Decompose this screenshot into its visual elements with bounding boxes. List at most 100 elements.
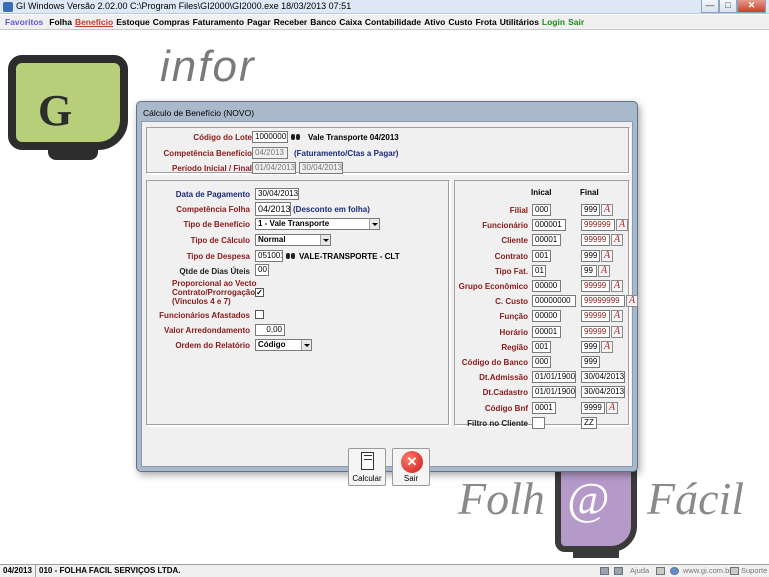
search-lote-binoculars-icon[interactable] xyxy=(290,132,302,142)
tipo-beneficio-select[interactable]: 1 - Vale Transporte xyxy=(255,218,380,230)
filter-inicial-input[interactable]: 0001 xyxy=(532,402,556,414)
afastados-checkbox[interactable] xyxy=(255,310,264,319)
filter-final-input[interactable]: 99999 xyxy=(581,280,610,292)
filter-final-input[interactable]: 99999 xyxy=(581,326,610,338)
filter-final-input[interactable]: 99999 xyxy=(581,310,610,322)
status-competencia: 04/2013 xyxy=(0,565,36,577)
menu-item-7[interactable]: Receber xyxy=(274,15,308,29)
status-site-link[interactable]: www.gi.com.br xyxy=(683,565,732,577)
close-window-button[interactable]: ✕ xyxy=(737,0,766,13)
menu-item-13[interactable]: Frota xyxy=(475,15,496,29)
filter-final-input[interactable]: 999999 xyxy=(581,219,615,231)
tipo-beneficio-label: Tipo de Benefício xyxy=(183,220,250,229)
tipo-despesa-input[interactable]: 051001 xyxy=(255,250,283,262)
font-a-icon[interactable]: A xyxy=(598,265,610,277)
filter-inicial-input[interactable]: 01 xyxy=(532,265,546,277)
font-a-icon[interactable]: A xyxy=(601,341,613,353)
menu-item-6[interactable]: Pagar xyxy=(247,15,271,29)
filter-inicial-input[interactable]: 001 xyxy=(532,250,551,262)
support-icon[interactable] xyxy=(730,567,739,575)
search-despesa-binoculars-icon[interactable] xyxy=(285,251,297,261)
font-a-icon[interactable]: A xyxy=(601,204,613,216)
filter-final-input[interactable]: 30/04/2013 xyxy=(581,386,625,398)
font-a-icon[interactable]: A xyxy=(611,280,623,292)
competencia-beneficio-input[interactable]: 04/2013 xyxy=(252,147,288,159)
chevron-down-icon[interactable] xyxy=(301,340,311,350)
calculator-icon[interactable] xyxy=(614,567,623,575)
menu-item-10[interactable]: Contabilidade xyxy=(365,15,421,29)
status-suporte-link[interactable]: Suporte xyxy=(741,565,767,577)
filter-label: Cliente xyxy=(501,236,528,245)
calculo-beneficio-dialog: Cálculo de Benefício (NOVO) Código do Lo… xyxy=(136,101,638,486)
filter-final-input[interactable]: 30/04/2013 xyxy=(581,371,625,383)
proporcional-checkbox[interactable]: ✓ xyxy=(255,288,264,297)
font-a-icon[interactable]: A xyxy=(611,234,623,246)
data-pagamento-input[interactable]: 30/04/2013 xyxy=(255,188,299,200)
filter-final-input[interactable]: 99999999 xyxy=(581,295,625,307)
filter-inicial-input[interactable]: 00001 xyxy=(532,234,561,246)
filter-final-input[interactable]: 9999 xyxy=(581,402,605,414)
filter-inicial-input[interactable]: 000 xyxy=(532,356,551,368)
menu-item-9[interactable]: Caixa xyxy=(339,15,362,29)
filter-inicial-input[interactable]: 000 xyxy=(532,204,551,216)
codigo-lote-input[interactable]: 10000001 xyxy=(252,131,288,143)
filter-final-input[interactable]: 99999 xyxy=(581,234,610,246)
filter-final-input[interactable]: 999 xyxy=(581,341,600,353)
filter-final-input[interactable]: 999 xyxy=(581,356,600,368)
menu-item-5[interactable]: Faturamento xyxy=(193,15,244,29)
filter-final-input[interactable]: 999 xyxy=(581,204,600,216)
menu-bar: Favoritos Folha Benefício Estoque Compras Fat… xyxy=(0,15,769,30)
keyboard-icon[interactable] xyxy=(600,567,609,575)
chevron-down-icon[interactable] xyxy=(320,235,330,245)
filter-final-input[interactable]: ZZ xyxy=(581,417,597,429)
menu-item-16[interactable]: Sair xyxy=(568,15,584,29)
tipo-beneficio-value: 1 - Vale Transporte xyxy=(258,219,330,228)
font-a-icon[interactable]: A xyxy=(611,310,623,322)
folha-logo-at: @ xyxy=(567,473,610,524)
filter-inicial-input[interactable]: 00000 xyxy=(532,310,561,322)
font-a-icon[interactable]: A xyxy=(616,219,628,231)
font-a-icon[interactable]: A xyxy=(626,295,638,307)
maximize-button[interactable]: □ xyxy=(719,0,737,13)
calcular-label: Calcular xyxy=(352,474,382,483)
menu-item-14[interactable]: Utilitários xyxy=(500,15,539,29)
menu-item-4[interactable]: Compras xyxy=(153,15,190,29)
sair-button[interactable]: ✕ Sair xyxy=(392,448,430,486)
menu-item-1[interactable]: Folha xyxy=(49,15,72,29)
calcular-button[interactable]: Calcular xyxy=(348,448,386,486)
folha-logo-stand xyxy=(573,550,619,558)
filter-inicial-input[interactable]: 00000000 xyxy=(532,295,576,307)
menu-item-3[interactable]: Estoque xyxy=(116,15,150,29)
arredondamento-input[interactable]: 0,00 xyxy=(255,324,285,336)
menu-item-11[interactable]: Ativo xyxy=(424,15,445,29)
menu-item-8[interactable]: Banco xyxy=(310,15,336,29)
menu-item-0[interactable]: Favoritos xyxy=(5,15,43,29)
periodo-final-input[interactable]: 30/04/2013 xyxy=(299,162,343,174)
filter-inicial-input[interactable]: 001 xyxy=(532,341,551,353)
filter-final-input[interactable]: 99 xyxy=(581,265,597,277)
menu-item-15[interactable]: Login xyxy=(542,15,565,29)
qtde-dias-input[interactable]: 00 xyxy=(255,264,269,276)
chevron-down-icon[interactable] xyxy=(369,219,379,229)
menu-item-2[interactable]: Benefício xyxy=(75,15,113,29)
tipo-calculo-select[interactable]: Normal xyxy=(255,234,331,246)
font-a-icon[interactable]: A xyxy=(611,326,623,338)
sair-label: Sair xyxy=(403,474,419,483)
status-ajuda-link[interactable]: Ajuda xyxy=(630,565,649,577)
globe-icon[interactable] xyxy=(670,567,679,575)
filter-inicial-input[interactable]: 01/01/1900 xyxy=(532,386,576,398)
menu-item-12[interactable]: Custo xyxy=(448,15,472,29)
filter-inicial-input[interactable]: 00000 xyxy=(532,280,561,292)
font-a-icon[interactable]: A xyxy=(606,402,618,414)
filter-inicial-input[interactable] xyxy=(532,417,545,429)
periodo-inicial-input[interactable]: 01/04/2013 xyxy=(252,162,296,174)
filter-final-input[interactable]: 999 xyxy=(581,250,600,262)
font-a-icon[interactable]: A xyxy=(601,250,613,262)
competencia-folha-input[interactable]: 04/2013 xyxy=(255,202,291,216)
tool-icon[interactable] xyxy=(656,567,665,575)
minimize-button[interactable]: — xyxy=(701,0,719,13)
filter-inicial-input[interactable]: 01/01/1900 xyxy=(532,371,576,383)
filter-inicial-input[interactable]: 00001 xyxy=(532,326,561,338)
ordem-relatorio-select[interactable]: Código xyxy=(255,339,312,351)
filter-inicial-input[interactable]: 000001 xyxy=(532,219,566,231)
